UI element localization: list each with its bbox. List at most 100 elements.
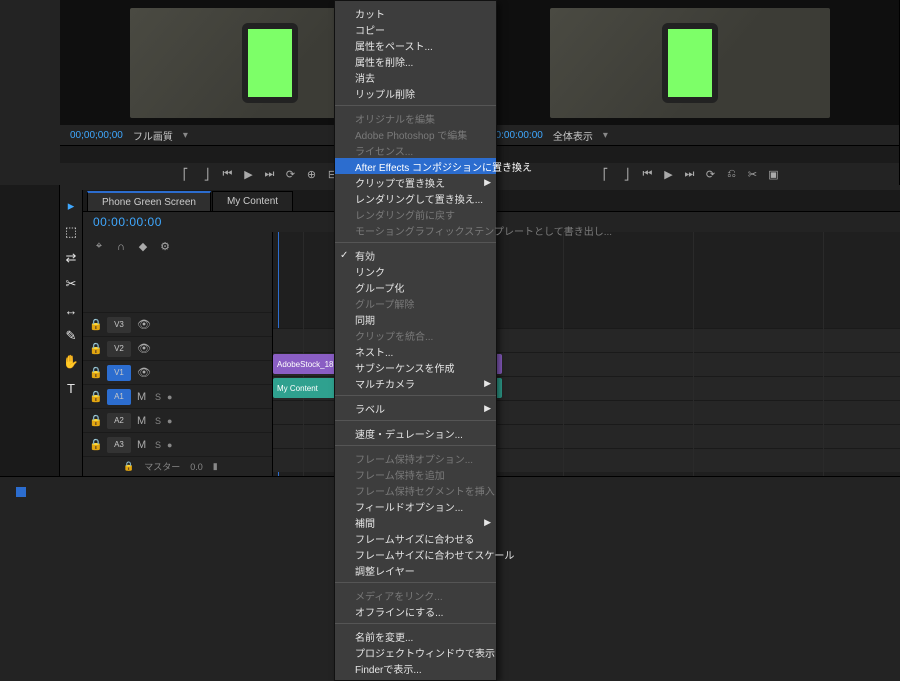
menu-item-label: 調整レイヤー — [355, 563, 415, 578]
menu-item[interactable]: 補間▶ — [335, 514, 496, 530]
track-tag[interactable]: V2 — [107, 341, 131, 357]
menu-item[interactable]: Finderで表示... — [335, 660, 496, 676]
lock-icon[interactable]: 🔒 — [89, 390, 101, 403]
out-icon[interactable]: ⎦ — [200, 168, 213, 181]
lock-icon[interactable]: 🔒 — [123, 461, 134, 472]
menu-item-label: リンク — [355, 264, 385, 279]
loop-icon[interactable]: ⟳ — [704, 168, 717, 181]
extract-icon[interactable]: ✂ — [746, 168, 759, 181]
mute-icon[interactable]: M — [137, 415, 149, 427]
menu-item-label: フレーム保持セグメントを挿入 — [355, 483, 495, 498]
menu-item[interactable]: After Effects コンポジションに置き換え — [335, 158, 496, 174]
slip-tool[interactable]: ↔ — [63, 302, 79, 318]
in-icon[interactable]: ⎡ — [599, 168, 612, 181]
menu-item[interactable]: マルチカメラ▶ — [335, 375, 496, 391]
marker-icon[interactable]: ◆ — [137, 240, 149, 253]
export-frame-icon[interactable]: ▣ — [767, 168, 780, 181]
menu-item[interactable]: プロジェクトウィンドウで表示 — [335, 644, 496, 660]
mute-icon[interactable]: M — [137, 439, 149, 451]
track-tag[interactable]: A3 — [107, 437, 131, 453]
snap-icon[interactable]: ⌖ — [93, 240, 105, 253]
mute-icon[interactable]: M — [137, 391, 149, 403]
lock-icon[interactable]: 🔒 — [89, 342, 101, 355]
out-icon[interactable]: ⎦ — [620, 168, 633, 181]
timeline-timecode[interactable]: 00:00:00:00 — [93, 215, 162, 229]
menu-item[interactable]: レンダリングして置き換え... — [335, 190, 496, 206]
menu-item[interactable]: フレームサイズに合わせる — [335, 530, 496, 546]
menu-item[interactable]: 速度・デュレーション... — [335, 425, 496, 441]
type-tool[interactable]: T — [63, 380, 79, 396]
menu-item-label: クリップを統合... — [355, 328, 433, 343]
menu-item[interactable]: カット — [335, 5, 496, 21]
track-select-tool[interactable]: ⬚ — [63, 224, 79, 240]
in-icon[interactable]: ⎡ — [179, 168, 192, 181]
track-header-a3[interactable]: 🔒A3MS● — [83, 432, 272, 456]
selection-tool[interactable]: ▸ — [63, 198, 79, 214]
hand-tool[interactable]: ✋ — [63, 354, 79, 370]
lift-icon[interactable]: ⎌ — [725, 168, 738, 181]
lock-icon[interactable]: 🔒 — [89, 438, 101, 451]
menu-item[interactable]: 属性をペースト... — [335, 37, 496, 53]
razor-tool[interactable]: ✂ — [63, 276, 79, 292]
menu-item[interactable]: コピー — [335, 21, 496, 37]
track-header-a2[interactable]: 🔒A2MS● — [83, 408, 272, 432]
program-zoom[interactable]: 全体表示 — [553, 128, 593, 143]
track-tag[interactable]: V3 — [107, 317, 131, 333]
menu-item[interactable]: 消去 — [335, 69, 496, 85]
menu-item[interactable]: フィールドオプション... — [335, 498, 496, 514]
track-tag[interactable]: V1 — [107, 365, 131, 381]
eye-icon[interactable]: 👁 — [137, 342, 149, 355]
program-ruler[interactable] — [480, 145, 899, 163]
menu-item-label: 属性を削除... — [355, 54, 413, 69]
menu-item-label: 消去 — [355, 70, 375, 85]
track-header-v1[interactable]: 🔒 V1 👁 — [83, 360, 272, 384]
menu-item[interactable]: 名前を変更... — [335, 628, 496, 644]
pen-tool[interactable]: ✎ — [63, 328, 79, 344]
menu-item[interactable]: クリップで置き換え▶ — [335, 174, 496, 190]
program-preview[interactable] — [480, 0, 899, 125]
submenu-arrow-icon: ▶ — [484, 517, 491, 528]
loop-icon[interactable]: ⟳ — [284, 168, 297, 181]
track-tag[interactable]: A1 — [107, 389, 131, 405]
play-icon[interactable]: ▶ — [242, 168, 255, 181]
track-header-a1[interactable]: 🔒A1MS● — [83, 384, 272, 408]
menu-item[interactable]: ネスト... — [335, 343, 496, 359]
lock-icon[interactable]: 🔒 — [89, 366, 101, 379]
source-zoom[interactable]: フル画質 — [133, 128, 173, 143]
menu-item[interactable]: フレームサイズに合わせてスケール — [335, 546, 496, 562]
tab-phone-green-screen[interactable]: Phone Green Screen — [87, 191, 211, 211]
menu-item[interactable]: 同期 — [335, 311, 496, 327]
tab-my-content[interactable]: My Content — [212, 191, 293, 211]
menu-item[interactable]: リンク — [335, 263, 496, 279]
ripple-tool[interactable]: ⇄ — [63, 250, 79, 266]
menu-item-label: リップル削除 — [355, 86, 415, 101]
menu-item[interactable]: オフラインにする... — [335, 603, 496, 619]
menu-item-label: マルチカメラ — [355, 376, 415, 391]
insert-icon[interactable]: ⊕ — [305, 168, 318, 181]
menu-item[interactable]: 属性を削除... — [335, 53, 496, 69]
track-tag[interactable]: A2 — [107, 413, 131, 429]
lock-icon[interactable]: 🔒 — [89, 414, 101, 427]
menu-item: ライセンス... — [335, 142, 496, 158]
eye-icon[interactable]: 👁 — [137, 366, 149, 379]
program-timecode: 00:00:00:00 — [490, 130, 543, 141]
lock-icon[interactable]: 🔒 — [89, 318, 101, 331]
track-header-v3[interactable]: 🔒 V3 👁 — [83, 312, 272, 336]
eye-icon[interactable]: 👁 — [137, 318, 149, 331]
menu-item[interactable]: 調整レイヤー — [335, 562, 496, 578]
track-header-v2[interactable]: 🔒 V2 👁 — [83, 336, 272, 360]
step-back-icon[interactable]: ⏮ — [221, 168, 234, 181]
play-icon[interactable]: ▶ — [662, 168, 675, 181]
green-screen-phone — [662, 23, 718, 103]
step-back-icon[interactable]: ⏮ — [641, 168, 654, 181]
menu-item-label: フレームサイズに合わせる — [355, 531, 474, 546]
menu-item[interactable]: リップル削除 — [335, 85, 496, 101]
menu-item[interactable]: ✓有効 — [335, 247, 496, 263]
step-fwd-icon[interactable]: ⏭ — [683, 168, 696, 181]
link-icon[interactable]: ∩ — [115, 241, 127, 253]
settings-icon[interactable]: ⚙ — [159, 240, 171, 253]
menu-item[interactable]: グループ化 — [335, 279, 496, 295]
step-fwd-icon[interactable]: ⏭ — [263, 168, 276, 181]
menu-item[interactable]: サブシーケンスを作成 — [335, 359, 496, 375]
menu-item[interactable]: ラベル▶ — [335, 400, 496, 416]
